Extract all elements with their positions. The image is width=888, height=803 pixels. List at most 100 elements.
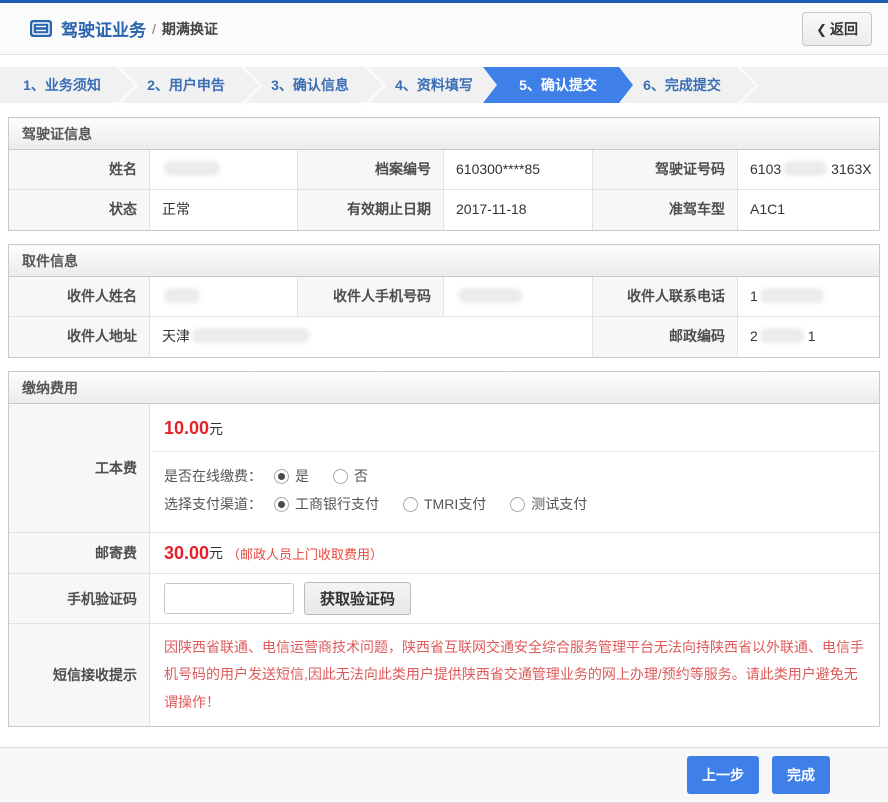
sms-tip-label: 短信接收提示	[9, 624, 150, 726]
recipient-address-value: 天津	[150, 317, 593, 357]
page-header: 驾驶证业务 / 期满换证 ❮返回	[0, 3, 888, 55]
name-value	[150, 150, 298, 190]
radio-test-icon[interactable]	[510, 497, 525, 512]
postal-code-value: 21	[738, 317, 879, 357]
redacted-recipient-phone	[760, 288, 824, 303]
main-content: 驾驶证信息 姓名 档案编号 610300****85 驾驶证号码 6103 316…	[0, 103, 888, 727]
file-no-label: 档案编号	[298, 150, 444, 190]
redacted-recipient-name	[164, 288, 200, 303]
breadcrumb-business-type[interactable]: 驾驶证业务	[61, 16, 146, 41]
step-6-complete-submit: 6、完成提交	[620, 67, 744, 103]
radio-icbc-icon[interactable]	[274, 497, 289, 512]
pickup-info-title: 取件信息	[9, 245, 879, 277]
postage-amount: 30.00	[164, 543, 209, 564]
fee-options: 是否在线缴费： 是 否 选择支付渠道：	[150, 452, 879, 532]
radio-no-icon[interactable]	[333, 469, 348, 484]
redacted-name	[164, 161, 220, 176]
postal-code-suffix: 1	[808, 328, 816, 344]
payment-section: 缴纳费用 工本费 10.00元 是否在线缴费： 是	[8, 371, 880, 727]
recipient-phone-value: 1	[738, 277, 879, 317]
sms-code-input[interactable]	[164, 583, 294, 614]
sms-code-content: 获取验证码	[150, 574, 879, 623]
breadcrumb-separator: /	[152, 21, 156, 37]
redacted-recipient-mobile	[458, 288, 522, 303]
postage-row: 邮寄费 30.00元（邮政人员上门收取费用）	[9, 533, 879, 574]
file-no-value: 610300****85	[444, 150, 593, 190]
postage-unit: 元	[209, 543, 223, 563]
channel-option-icbc-label: 工商银行支付	[295, 494, 379, 514]
vehicle-class-value: A1C1	[738, 190, 879, 230]
recipient-mobile-label: 收件人手机号码	[298, 277, 444, 317]
breadcrumb-current-page: 期满换证	[162, 19, 218, 39]
redacted-license-no	[783, 161, 827, 176]
postal-code-prefix: 2	[750, 328, 758, 344]
pay-channel-question-line: 选择支付渠道： 工商银行支付 TMRI支付 测试支付	[164, 494, 865, 514]
license-info-table: 姓名 档案编号 610300****85 驾驶证号码 61033163X 状态 …	[9, 150, 879, 230]
vehicle-class-label: 准驾车型	[593, 190, 738, 230]
pay-channel-question: 选择支付渠道：	[164, 494, 262, 514]
online-pay-option-yes[interactable]: 是	[274, 466, 309, 486]
postage-label: 邮寄费	[9, 533, 150, 573]
channel-option-icbc[interactable]: 工商银行支付	[274, 494, 379, 514]
step-1-business-notice: 1、业务须知	[0, 67, 124, 103]
radio-tmri-icon[interactable]	[403, 497, 418, 512]
recipient-name-label: 收件人姓名	[9, 277, 150, 317]
online-pay-option-yes-label: 是	[295, 466, 309, 486]
license-info-section: 驾驶证信息 姓名 档案编号 610300****85 驾驶证号码 6103 316…	[8, 117, 880, 231]
radio-yes-icon[interactable]	[274, 469, 289, 484]
recipient-phone-prefix: 1	[750, 288, 758, 304]
step-4-fill-data: 4、资料填写	[372, 67, 496, 103]
fee-row: 工本费 10.00元 是否在线缴费： 是 否	[9, 404, 879, 533]
recipient-mobile-value	[444, 277, 593, 317]
breadcrumb: 驾驶证业务 / 期满换证	[30, 16, 218, 41]
fee-unit: 元	[209, 421, 223, 437]
recipient-address-label: 收件人地址	[9, 317, 150, 357]
sms-tip-text: 因陕西省联通、电信运营商技术问题，陕西省互联网交通安全综合服务管理平台无法向持陕…	[150, 624, 879, 726]
postage-note: （邮政人员上门收取费用）	[227, 544, 383, 563]
redacted-recipient-address	[192, 328, 310, 343]
license-no-suffix: 3163X	[831, 161, 871, 177]
recipient-address-prefix: 天津	[162, 328, 190, 344]
license-no-label: 驾驶证号码	[593, 150, 738, 190]
license-no-value: 6103 3163X	[738, 150, 879, 190]
redacted-postal-code	[760, 328, 804, 343]
fee-amount-line: 10.00元	[152, 404, 877, 452]
valid-until-label: 有效期止日期	[298, 190, 444, 230]
sms-code-label: 手机验证码	[9, 574, 150, 623]
step-3-confirm-info: 3、确认信息	[248, 67, 372, 103]
online-pay-question: 是否在线缴费：	[164, 466, 262, 486]
recipient-phone-label: 收件人联系电话	[593, 277, 738, 317]
status-label: 状态	[9, 190, 150, 230]
get-sms-code-button[interactable]: 获取验证码	[304, 582, 411, 615]
step-progress-bar: 1、业务须知 2、用户申告 3、确认信息 4、资料填写 5、确认提交 6、完成提…	[0, 67, 888, 103]
fee-amount: 10.00	[164, 418, 209, 438]
recipient-name-value	[150, 277, 298, 317]
channel-option-tmri[interactable]: TMRI支付	[403, 494, 486, 514]
pickup-info-section: 取件信息 收件人姓名 收件人手机号码 收件人联系电话 1 收件人地址 天津 邮政…	[8, 244, 880, 358]
payment-title: 缴纳费用	[9, 372, 879, 404]
sms-code-row: 手机验证码 获取验证码	[9, 574, 879, 624]
online-pay-option-no[interactable]: 否	[333, 466, 368, 486]
back-chevron-icon: ❮	[816, 22, 827, 37]
status-value: 正常	[150, 190, 298, 230]
back-button[interactable]: ❮返回	[802, 12, 872, 46]
previous-step-button[interactable]: 上一步	[687, 756, 759, 794]
postal-code-label: 邮政编码	[593, 317, 738, 357]
channel-option-tmri-label: TMRI支付	[424, 494, 486, 514]
online-pay-question-line: 是否在线缴费： 是 否	[164, 466, 865, 486]
license-info-title: 驾驶证信息	[9, 118, 879, 150]
fee-label: 工本费	[9, 404, 150, 532]
step-2-user-declaration: 2、用户申告	[124, 67, 248, 103]
pickup-info-table: 收件人姓名 收件人手机号码 收件人联系电话 1 收件人地址 天津 邮政编码 21	[9, 277, 879, 357]
step-5-confirm-submit-active: 5、确认提交	[483, 67, 633, 103]
license-no-prefix: 6103	[750, 161, 781, 177]
online-pay-option-no-label: 否	[354, 466, 368, 486]
channel-option-test-label: 测试支付	[531, 494, 587, 514]
name-label: 姓名	[9, 150, 150, 190]
back-button-label: 返回	[830, 21, 858, 37]
channel-option-test[interactable]: 测试支付	[510, 494, 587, 514]
license-business-icon	[30, 20, 52, 37]
page-footer: 上一步 完成	[0, 747, 888, 803]
postage-content: 30.00元（邮政人员上门收取费用）	[150, 533, 879, 573]
finish-button[interactable]: 完成	[772, 756, 830, 794]
